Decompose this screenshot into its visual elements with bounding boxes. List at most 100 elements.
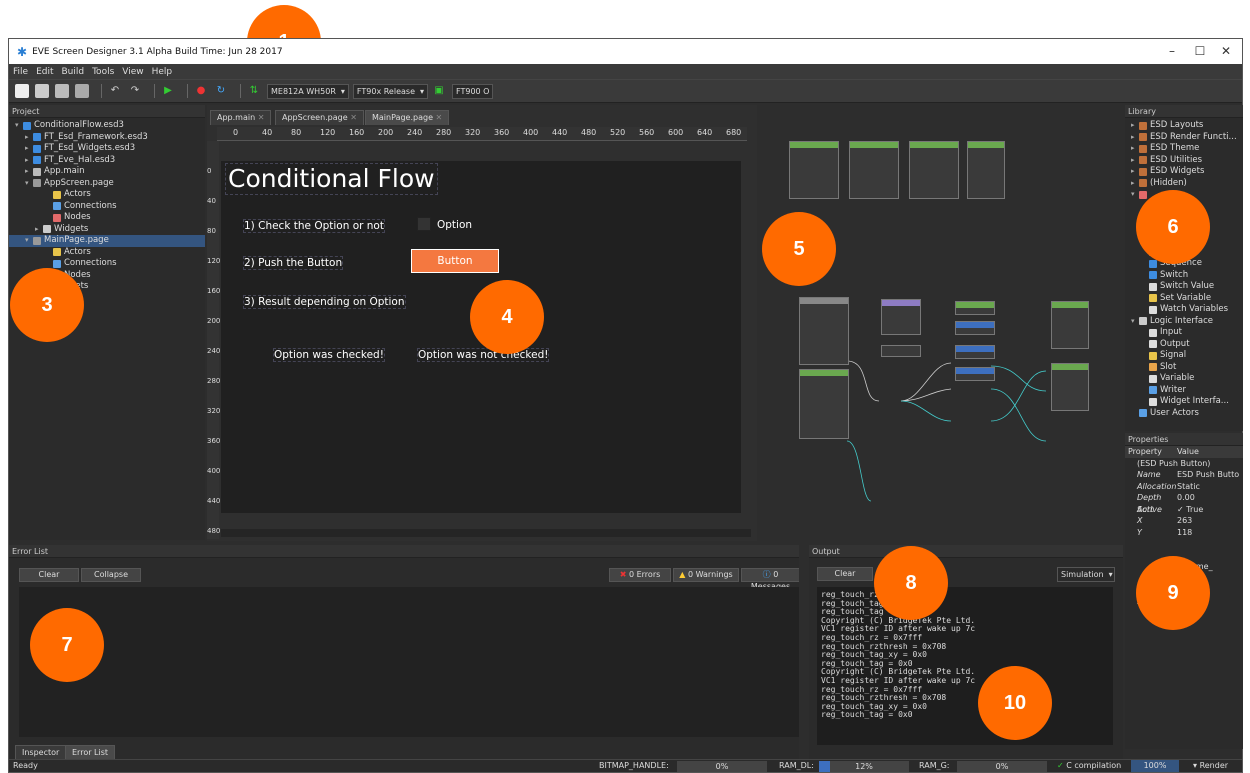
graph-node[interactable] — [799, 297, 849, 365]
close-icon[interactable]: ✕ — [436, 113, 443, 122]
chip-icon[interactable]: ▣ — [432, 84, 446, 98]
project-item[interactable]: ▾ AppScreen.page — [9, 178, 205, 190]
push-button[interactable]: Button — [411, 249, 499, 273]
tab-error-list[interactable]: Error List — [65, 745, 116, 760]
project-item[interactable]: Actors — [9, 247, 205, 259]
library-item[interactable]: Widget Interfa... — [1125, 396, 1243, 408]
property-value[interactable]: 0.00 — [1177, 492, 1195, 504]
tab-mainpage-page[interactable]: MainPage.page ✕ — [365, 110, 450, 125]
menu-tools[interactable]: Tools — [92, 67, 114, 77]
property-row[interactable]: Active ✓ True — [1125, 504, 1243, 516]
project-item[interactable]: Nodes — [9, 212, 205, 224]
zoom-level[interactable]: 100% — [1131, 760, 1179, 772]
library-item[interactable]: Switch — [1125, 270, 1243, 282]
graph-node[interactable] — [881, 345, 921, 357]
close-icon[interactable]: ✕ — [350, 113, 357, 122]
output-clear-button[interactable]: Clear — [817, 567, 873, 581]
library-item[interactable]: ▸ ESD Widgets — [1125, 166, 1243, 178]
minimize-icon[interactable]: – — [1162, 43, 1182, 59]
library-item[interactable]: Set Variable — [1125, 293, 1243, 305]
menu-edit[interactable]: Edit — [36, 67, 53, 77]
tree-arrow-icon[interactable]: ▸ — [1131, 178, 1139, 190]
project-item[interactable]: ▸ FT_Esd_Widgets.esd3 — [9, 143, 205, 155]
library-item[interactable]: Switch Value — [1125, 281, 1243, 293]
tree-arrow-icon[interactable]: ▸ — [25, 166, 33, 178]
tree-arrow-icon[interactable]: ▸ — [1131, 166, 1139, 178]
tab-inspector[interactable]: Inspector — [15, 745, 67, 760]
close-icon[interactable]: ✕ — [258, 113, 265, 122]
library-item[interactable]: Signal — [1125, 350, 1243, 362]
canvas-title[interactable]: Conditional Flow — [225, 163, 438, 195]
maximize-icon[interactable]: ☐ — [1190, 43, 1210, 59]
menu-file[interactable]: File — [13, 67, 28, 77]
canvas-step3-label[interactable]: 3) Result depending on Option — [243, 295, 406, 309]
property-row[interactable]: Name ESD Push Butto — [1125, 469, 1243, 481]
property-value[interactable]: ESD Push Butto — [1177, 469, 1239, 481]
property-value[interactable]: 118 — [1177, 527, 1192, 539]
property-value[interactable]: ✓ True — [1177, 504, 1203, 516]
device-select[interactable]: ME812A WH50R ▾ — [267, 83, 349, 99]
tab-app-main[interactable]: App.main ✕ — [210, 110, 272, 125]
project-item[interactable]: ▸ FT_Esd_Framework.esd3 — [9, 132, 205, 144]
tree-arrow-icon[interactable]: ▸ — [1131, 132, 1139, 144]
project-item[interactable]: ▸ FT_Eve_Hal.esd3 — [9, 155, 205, 167]
tab-appscreen-page[interactable]: AppScreen.page ✕ — [275, 110, 364, 125]
property-row[interactable]: Allocation Static — [1125, 481, 1243, 493]
project-item[interactable]: Actors — [9, 189, 205, 201]
notchecked-result-label[interactable]: Option was not checked! — [417, 348, 550, 362]
library-item[interactable]: User Actors — [1125, 408, 1243, 420]
open-file-icon[interactable] — [35, 84, 49, 98]
graph-node[interactable] — [955, 367, 995, 381]
project-item[interactable]: ▸ Widgets — [9, 224, 205, 236]
option-label[interactable]: Option — [437, 219, 472, 231]
tree-arrow-icon[interactable]: ▸ — [1131, 120, 1139, 132]
menu-view[interactable]: View — [122, 67, 143, 77]
library-item[interactable]: ▸ ESD Theme — [1125, 143, 1243, 155]
new-file-icon[interactable] — [15, 84, 29, 98]
property-row[interactable]: X 263 — [1125, 515, 1243, 527]
play-icon[interactable]: ▶ — [161, 84, 175, 98]
tree-arrow-icon[interactable]: ▸ — [1131, 155, 1139, 167]
tree-arrow-icon[interactable]: ▸ — [25, 132, 33, 144]
library-item[interactable]: Writer — [1125, 385, 1243, 397]
canvas-step2-label[interactable]: 2) Push the Button — [243, 256, 344, 270]
tree-arrow-icon[interactable]: ▸ — [25, 155, 33, 167]
library-item[interactable]: Output — [1125, 339, 1243, 351]
stop-icon[interactable]: ● — [194, 84, 208, 98]
save-all-icon[interactable] — [75, 84, 89, 98]
tree-arrow-icon[interactable]: ▾ — [1131, 189, 1139, 201]
menu-help[interactable]: Help — [152, 67, 173, 77]
render-toggle[interactable]: ▾ Render — [1193, 760, 1228, 772]
library-item[interactable]: Slot — [1125, 362, 1243, 374]
graph-node[interactable] — [955, 345, 995, 359]
error-clear-button[interactable]: Clear — [19, 568, 79, 582]
library-item[interactable]: Input — [1125, 327, 1243, 339]
project-item[interactable]: Connections — [9, 201, 205, 213]
warnings-filter-button[interactable]: ▲ 0 Warnings — [673, 568, 739, 582]
node-graph[interactable] — [761, 121, 1123, 541]
redo-icon[interactable]: ↷ — [128, 84, 142, 98]
tree-arrow-icon[interactable]: ▸ — [25, 143, 33, 155]
undo-icon[interactable]: ↶ — [108, 84, 122, 98]
project-item[interactable]: ▾ ConditionalFlow.esd3 — [9, 120, 205, 132]
graph-node[interactable] — [799, 369, 849, 439]
property-value[interactable]: Static — [1177, 481, 1200, 493]
refresh-icon[interactable]: ↻ — [214, 84, 228, 98]
library-item[interactable]: ▸ ESD Utilities — [1125, 155, 1243, 167]
property-row[interactable]: Depth Sort 0.00 — [1125, 492, 1243, 514]
library-item[interactable]: ▸ (Hidden) — [1125, 178, 1243, 190]
tree-arrow-icon[interactable]: ▸ — [1131, 143, 1139, 155]
graph-node[interactable] — [789, 141, 839, 199]
canvas-step1-label[interactable]: 1) Check the Option or not — [243, 219, 385, 233]
close-icon[interactable]: ✕ — [1216, 43, 1236, 59]
canvas-hscroll[interactable] — [221, 529, 751, 537]
project-item[interactable]: ▸ App.main — [9, 166, 205, 178]
graph-node[interactable] — [881, 299, 921, 335]
library-item[interactable]: Variable — [1125, 373, 1243, 385]
tree-arrow-icon[interactable]: ▸ — [35, 224, 43, 236]
collapse-button[interactable]: Collapse — [81, 568, 141, 582]
graph-node[interactable] — [849, 141, 899, 199]
graph-node[interactable] — [909, 141, 959, 199]
property-row[interactable]: Y 118 — [1125, 527, 1243, 539]
sort-icon[interactable]: ⇅ — [247, 84, 261, 98]
